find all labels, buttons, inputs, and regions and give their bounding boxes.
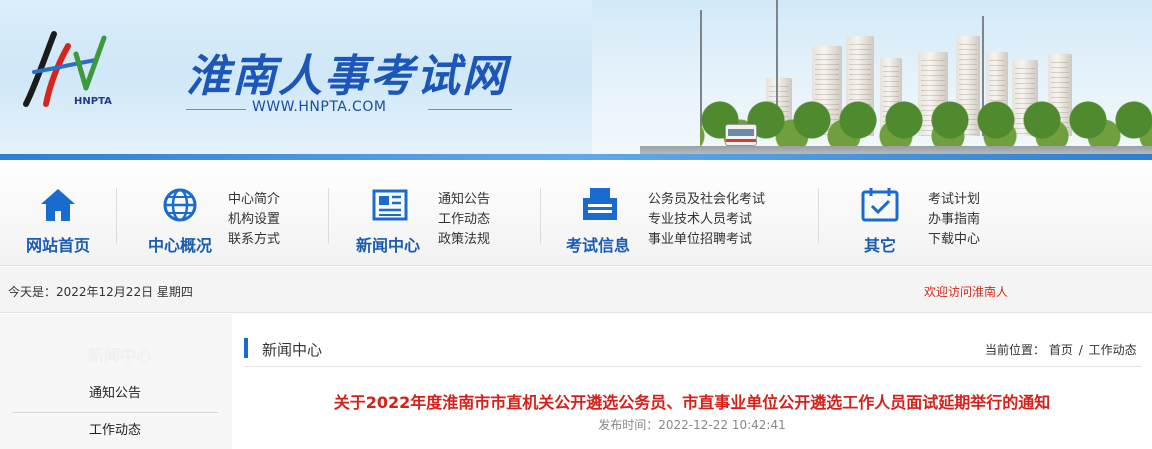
breadcrumb-current[interactable]: 工作动态	[1089, 343, 1137, 357]
nav-link-organization[interactable]: 机构设置	[228, 210, 280, 230]
nav-link-downloads[interactable]: 下载中心	[928, 230, 980, 250]
nav-divider	[328, 188, 329, 244]
nav-link-guide[interactable]: 办事指南	[928, 210, 980, 230]
nav-link-work-news[interactable]: 工作动态	[438, 210, 490, 230]
nav-link-policies[interactable]: 政策法规	[438, 230, 490, 250]
site-title: 淮南人事考试网	[186, 51, 508, 102]
article-publish-time: 发布时间：2022-12-22 10:42:41	[598, 418, 786, 432]
nav-link-civil-servant-exam[interactable]: 公务员及社会化考试	[648, 190, 765, 210]
nav-other: 其它 考试计划 办事指南 下载中心	[846, 186, 1016, 256]
exam-info-icon	[580, 186, 620, 224]
nav-overview: 中心概况 中心简介 机构设置 联系方式	[146, 186, 316, 256]
globe-icon	[160, 186, 200, 224]
nav-link-public-institution-exam[interactable]: 事业单位招聘考试	[648, 230, 765, 250]
nav-label-home[interactable]: 网站首页	[26, 232, 90, 256]
nav-link-notices[interactable]: 通知公告	[438, 190, 490, 210]
nav-exam-info: 考试信息 公务员及社会化考试 专业技术人员考试 事业单位招聘考试	[566, 186, 796, 256]
nav-link-center-intro[interactable]: 中心简介	[228, 190, 280, 210]
nav-news: 新闻中心 通知公告 工作动态 政策法规	[356, 186, 526, 256]
nav-link-professional-exam[interactable]: 专业技术人员考试	[648, 210, 765, 230]
home-icon	[38, 186, 78, 224]
banner-trees	[700, 90, 1152, 150]
logo-text: HNPTA	[74, 96, 112, 107]
nav-link-contact[interactable]: 联系方式	[228, 230, 280, 250]
breadcrumb-home[interactable]: 首页	[1049, 343, 1073, 357]
nav-label-overview[interactable]: 中心概况	[148, 232, 212, 256]
main-nav: 网站首页 中心概况 中心简介 机构设置 联系方式 新闻中心 通知公告 工作动态 …	[0, 160, 1152, 266]
nav-label-exam-info[interactable]: 考试信息	[566, 232, 630, 256]
article-title: 关于2022年度淮南市市直机关公开遴选公务员、市直事业单位公开遴选工作人员面试延…	[333, 393, 1051, 412]
nav-divider	[818, 188, 819, 244]
breadcrumb-separator: /	[1078, 343, 1083, 357]
url-line-left	[186, 109, 246, 110]
sidebar: 新闻中心 通知公告 工作动态	[0, 314, 232, 449]
main-content: 新闻中心 当前位置： 首页 / 工作动态 关于2022年度淮南市市直机关公开遴选…	[232, 314, 1152, 449]
url-line-right	[428, 109, 512, 110]
nav-home[interactable]: 网站首页	[24, 186, 104, 256]
sidebar-header: 新闻中心	[0, 314, 232, 374]
sidebar-item-notices[interactable]: 通知公告	[12, 376, 218, 412]
header-banner: HNPTA 淮南人事考试网 WWW.HNPTA.COM	[0, 0, 1152, 160]
breadcrumb: 当前位置： 首页 / 工作动态	[985, 341, 1137, 358]
nav-divider	[116, 188, 117, 244]
banner-bus	[725, 124, 757, 146]
nav-divider	[540, 188, 541, 244]
current-date: 今天是：2022年12月22日 星期四	[8, 285, 193, 299]
nav-label-news[interactable]: 新闻中心	[356, 232, 420, 256]
site-url: WWW.HNPTA.COM	[252, 99, 387, 115]
sidebar-item-work-news[interactable]: 工作动态	[12, 413, 218, 449]
section-accent-bar	[244, 338, 248, 358]
section-divider	[244, 366, 1142, 367]
breadcrumb-prefix: 当前位置：	[985, 343, 1046, 357]
sidebar-heading: 新闻中心	[88, 346, 153, 365]
nav-link-exam-plan[interactable]: 考试计划	[928, 190, 980, 210]
calendar-check-icon	[860, 186, 900, 224]
nav-label-other[interactable]: 其它	[864, 232, 896, 256]
newspaper-icon	[370, 186, 410, 224]
date-bar: 今天是：2022年12月22日 星期四 欢迎访问淮南人	[0, 267, 1152, 313]
welcome-marquee: 欢迎访问淮南人	[924, 285, 1009, 299]
site-logo[interactable]	[16, 24, 116, 124]
section-title: 新闻中心	[262, 341, 323, 359]
